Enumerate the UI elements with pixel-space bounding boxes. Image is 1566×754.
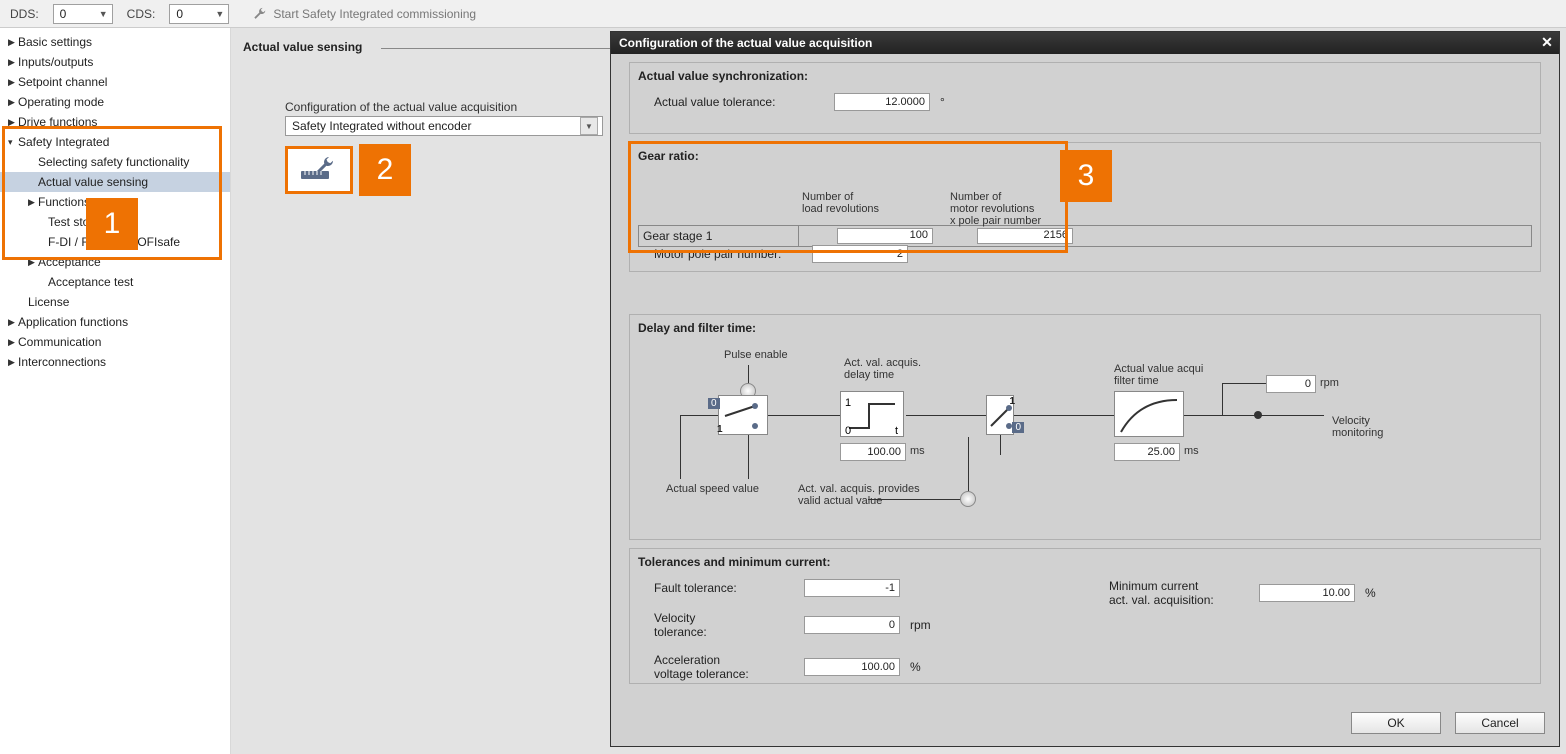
navigation-tree: ▶Basic settings ▶Inputs/outputs ▶Setpoin… <box>0 28 231 754</box>
nav-safety-integrated[interactable]: ▾Safety Integrated <box>0 132 230 152</box>
actual-speed-label: Actual speed value <box>666 483 759 495</box>
rpm-input[interactable]: 0 <box>1266 375 1316 393</box>
chevron-down-icon: ▼ <box>580 117 598 135</box>
fault-tol-input[interactable]: -1 <box>804 579 900 597</box>
sync-title: Actual value synchronization: <box>630 63 1540 91</box>
gear-header-load: Number of load revolutions <box>802 191 950 227</box>
dialog-titlebar: Configuration of the actual value acquis… <box>611 32 1559 54</box>
close-button[interactable]: ✕ <box>1537 33 1557 51</box>
cds-label: CDS: <box>127 7 156 21</box>
top-toolbar: DDS: 0▼ CDS: 0▼ Start Safety Integrated … <box>0 0 1566 28</box>
delay-diagram: Pulse enable Act. val. acquis. delay tim… <box>648 343 1522 531</box>
nav-license[interactable]: License <box>0 292 230 312</box>
switch-1: 0 1 <box>718 395 768 435</box>
valid-node <box>960 491 976 507</box>
config-value: Safety Integrated without encoder <box>292 119 471 133</box>
fault-tol-label: Fault tolerance: <box>654 581 794 595</box>
nav-interconnections[interactable]: ▶Interconnections <box>0 352 230 372</box>
callout-2: 2 <box>359 144 411 196</box>
filter-time-input[interactable]: 25.00 <box>1114 443 1180 461</box>
svg-text:t: t <box>895 425 898 437</box>
dialog-buttons: OK Cancel <box>1351 712 1545 734</box>
nav-acceptance-test[interactable]: Acceptance test <box>0 272 230 292</box>
tol-title: Tolerances and minimum current: <box>630 549 1540 577</box>
dds-value: 0 <box>60 7 67 21</box>
nav-selecting-safety[interactable]: Selecting safety functionality <box>0 152 230 172</box>
min-current-input[interactable]: 10.00 <box>1259 584 1355 602</box>
svg-text:0: 0 <box>845 425 851 437</box>
tolerance-unit: ° <box>940 95 945 109</box>
filter-time-label: Actual value acqui filter time <box>1114 363 1203 387</box>
vel-tol-unit: rpm <box>910 618 931 632</box>
filter-box <box>1114 391 1184 437</box>
callout-1: 1 <box>86 198 138 250</box>
config-dialog: Configuration of the actual value acquis… <box>610 31 1560 747</box>
delay-step-box: 1 0 t <box>840 391 904 437</box>
vel-tol-label: Velocity tolerance: <box>654 611 794 639</box>
ruler-wrench-icon <box>299 157 339 183</box>
callout-3: 3 <box>1060 150 1112 202</box>
panel-title: Actual value sensing <box>243 40 362 54</box>
pulse-enable-label: Pulse enable <box>724 349 788 361</box>
ok-button[interactable]: OK <box>1351 712 1441 734</box>
delay-unit: ms <box>910 445 925 457</box>
commission-label: Start Safety Integrated commissioning <box>273 7 476 21</box>
nav-communication[interactable]: ▶Communication <box>0 332 230 352</box>
nav-application-functions[interactable]: ▶Application functions <box>0 312 230 332</box>
delay-group: Delay and filter time: Pulse enable Act.… <box>629 314 1541 540</box>
filter-unit: ms <box>1184 445 1199 457</box>
nav-acceptance[interactable]: ▶Acceptance <box>0 252 230 272</box>
nav-operating-mode[interactable]: ▶Operating mode <box>0 92 230 112</box>
delay-time-input[interactable]: 100.00 <box>840 443 906 461</box>
cds-select[interactable]: 0▼ <box>169 4 229 24</box>
vel-tol-input[interactable]: 0 <box>804 616 900 634</box>
config-select[interactable]: Safety Integrated without encoder ▼ <box>285 116 603 136</box>
config-label: Configuration of the actual value acquis… <box>285 100 517 114</box>
dialog-title: Configuration of the actual value acquis… <box>619 36 872 50</box>
dds-select[interactable]: 0▼ <box>53 4 113 24</box>
motor-rev-input[interactable]: 2156 <box>977 228 1073 244</box>
config-wrench-button[interactable] <box>285 146 353 194</box>
sync-group: Actual value synchronization: Actual val… <box>629 62 1541 134</box>
nav-setpoint-channel[interactable]: ▶Setpoint channel <box>0 72 230 92</box>
acc-tol-unit: % <box>910 660 921 674</box>
min-current-label: Minimum current act. val. acquisition: <box>1109 579 1249 607</box>
cds-value: 0 <box>176 7 183 21</box>
start-commissioning-button[interactable]: Start Safety Integrated commissioning <box>253 7 476 21</box>
load-rev-input[interactable]: 100 <box>837 228 933 244</box>
rpm-unit: rpm <box>1320 377 1339 389</box>
min-current-unit: % <box>1365 586 1376 600</box>
chevron-down-icon: ▼ <box>215 9 224 19</box>
nav-basic-settings[interactable]: ▶Basic settings <box>0 32 230 52</box>
pole-pair-input[interactable]: 2 <box>812 245 908 263</box>
tolerances-group: Tolerances and minimum current: Fault to… <box>629 548 1541 684</box>
delay-time-label: Act. val. acquis. delay time <box>844 357 921 381</box>
switch-2: 1 0 <box>986 395 1014 435</box>
wrench-icon <box>253 7 267 21</box>
nav-actual-value-sensing[interactable]: Actual value sensing <box>0 172 230 192</box>
tolerance-input[interactable]: 12.0000 <box>834 93 930 111</box>
acc-tol-label: Acceleration voltage tolerance: <box>654 653 794 681</box>
svg-text:1: 1 <box>845 397 851 409</box>
acc-tol-input[interactable]: 100.00 <box>804 658 900 676</box>
pole-pair-label: Motor pole pair number: <box>654 247 802 261</box>
nav-drive-functions[interactable]: ▶Drive functions <box>0 112 230 132</box>
delay-title: Delay and filter time: <box>630 315 1540 343</box>
valid-actual-label: Act. val. acquis. provides valid actual … <box>798 483 920 507</box>
dds-label: DDS: <box>10 7 39 21</box>
velocity-monitoring-label: Velocity monitoring <box>1332 415 1383 439</box>
cancel-button[interactable]: Cancel <box>1455 712 1545 734</box>
chevron-down-icon: ▼ <box>99 9 108 19</box>
nav-inputs-outputs[interactable]: ▶Inputs/outputs <box>0 52 230 72</box>
tolerance-label: Actual value tolerance: <box>654 95 824 109</box>
